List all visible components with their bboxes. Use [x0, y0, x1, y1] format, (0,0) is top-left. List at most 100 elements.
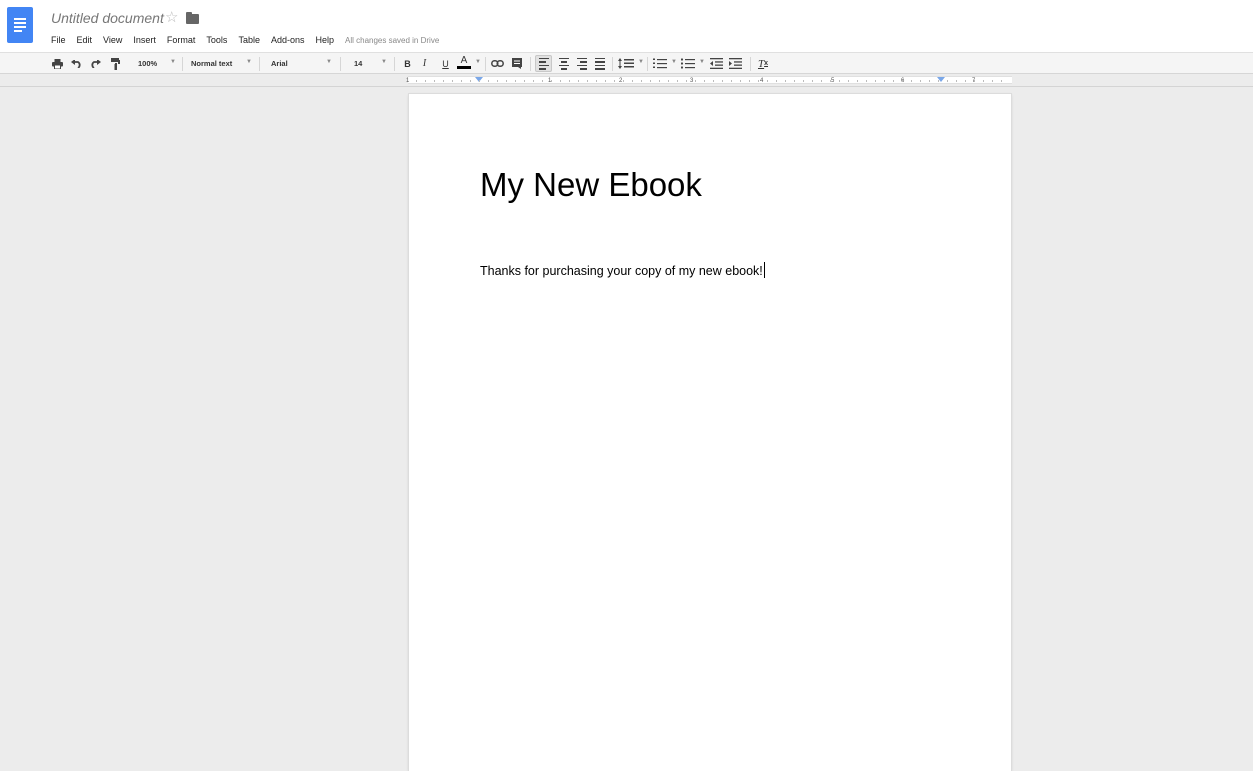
body-text: Thanks for purchasing your copy of my ne… — [480, 264, 763, 278]
ruler-tick — [659, 80, 660, 82]
ruler-tick — [425, 80, 426, 82]
decrease-indent-icon[interactable] — [708, 55, 724, 72]
ruler-tick — [920, 80, 921, 82]
paint-format-icon[interactable] — [108, 55, 123, 72]
font-size-select[interactable]: 14 — [354, 55, 370, 72]
document-body-paragraph[interactable]: Thanks for purchasing your copy of my ne… — [480, 262, 765, 278]
ruler-tick — [533, 80, 534, 82]
ruler-tick — [911, 80, 912, 82]
bold-button[interactable]: B — [401, 55, 414, 72]
toolbar-divider — [647, 57, 648, 71]
justify-icon[interactable] — [592, 55, 608, 72]
ruler-tick — [758, 80, 759, 82]
menu-edit[interactable]: Edit — [75, 35, 93, 45]
undo-icon[interactable] — [69, 55, 84, 72]
ruler-tick — [722, 80, 723, 82]
ruler-tick — [614, 80, 615, 82]
toolbar-divider — [530, 57, 531, 71]
text-color-button[interactable]: A — [457, 55, 471, 69]
document-page[interactable]: My New Ebook Thanks for purchasing your … — [409, 94, 1011, 771]
ruler-tick — [794, 80, 795, 82]
ruler-tick — [605, 80, 606, 82]
font-caret-icon: ▼ — [326, 59, 332, 65]
menu-tools[interactable]: Tools — [204, 35, 227, 45]
save-status[interactable]: All changes saved in Drive — [345, 36, 439, 45]
ruler-tick — [479, 80, 480, 82]
menu-help[interactable]: Help — [313, 35, 334, 45]
ruler-tick — [740, 80, 741, 82]
menu-table[interactable]: Table — [236, 35, 260, 45]
ruler-tick — [848, 80, 849, 82]
menu-file[interactable]: File — [49, 35, 66, 45]
print-icon[interactable] — [50, 55, 65, 72]
ruler-tick — [929, 80, 930, 82]
ruler-tick — [821, 80, 822, 82]
style-caret-icon: ▼ — [246, 59, 252, 65]
menu-view[interactable]: View — [101, 35, 122, 45]
ruler-number: 1 — [406, 78, 410, 84]
line-spacing-icon[interactable] — [617, 55, 635, 72]
docs-app-icon[interactable] — [7, 7, 33, 43]
ruler-tick — [497, 80, 498, 82]
align-right-icon[interactable] — [574, 55, 590, 72]
toolbar-divider — [340, 57, 341, 71]
ruler-tick — [875, 80, 876, 82]
toolbar-divider — [182, 57, 183, 71]
ruler-number: 3 — [690, 78, 694, 84]
zoom-select[interactable]: 100% — [138, 55, 168, 72]
ruler-tick — [461, 80, 462, 82]
bulleted-list-caret-icon: ▼ — [699, 59, 705, 65]
italic-button[interactable]: I — [418, 55, 431, 72]
menu-insert[interactable]: Insert — [131, 35, 156, 45]
link-icon[interactable] — [489, 55, 505, 72]
redo-icon[interactable] — [88, 55, 103, 72]
ruler-tick — [488, 80, 489, 82]
ruler-tick — [767, 80, 768, 82]
ruler-tick — [965, 80, 966, 82]
ruler-tick — [506, 80, 507, 82]
text-color-caret-icon: ▼ — [475, 59, 481, 65]
ruler-tick — [650, 80, 651, 82]
font-select[interactable]: Arial — [271, 55, 311, 72]
ruler-tick — [713, 80, 714, 82]
document-title[interactable]: Untitled document — [51, 10, 164, 26]
comment-icon[interactable] — [510, 55, 524, 72]
menu-bar: File Edit View Insert Format Tools Table… — [49, 33, 439, 47]
increase-indent-icon[interactable] — [727, 55, 743, 72]
style-value: Normal text — [191, 59, 233, 68]
font-size-caret-icon: ▼ — [381, 59, 387, 65]
ruler-strip: 1 1 2 3 4 5 6 7 — [406, 76, 1012, 84]
font-value: Arial — [271, 59, 288, 68]
numbered-list-icon[interactable] — [652, 55, 668, 72]
toolbar-divider — [612, 57, 613, 71]
menu-add-ons[interactable]: Add-ons — [269, 35, 305, 45]
ruler-tick — [524, 80, 525, 82]
ruler-tick — [443, 80, 444, 82]
ruler[interactable]: 1 1 2 3 4 5 6 7 — [0, 75, 1253, 85]
menu-format[interactable]: Format — [165, 35, 196, 45]
ruler-divider — [0, 86, 1253, 87]
ruler-tick — [434, 80, 435, 82]
ruler-tick — [542, 80, 543, 82]
ruler-tick — [776, 80, 777, 82]
underline-button[interactable]: U — [439, 55, 452, 72]
align-left-icon[interactable] — [535, 55, 552, 72]
ruler-tick — [893, 80, 894, 82]
app-header: Untitled document ☆ File Edit View Inser… — [0, 0, 1253, 52]
document-heading[interactable]: My New Ebook — [480, 166, 702, 204]
align-center-icon[interactable] — [556, 55, 572, 72]
numbered-list-caret-icon: ▼ — [671, 59, 677, 65]
bulleted-list-icon[interactable] — [680, 55, 696, 72]
ruler-tick — [956, 80, 957, 82]
ruler-tick — [677, 80, 678, 82]
style-select[interactable]: Normal text — [191, 55, 243, 72]
ruler-tick — [983, 80, 984, 82]
ruler-tick — [731, 80, 732, 82]
ruler-tick — [686, 80, 687, 82]
ruler-tick — [578, 80, 579, 82]
ruler-tick — [587, 80, 588, 82]
star-icon[interactable]: ☆ — [165, 10, 178, 26]
folder-icon[interactable] — [186, 12, 199, 24]
clear-formatting-icon[interactable]: Tx — [755, 55, 771, 72]
ruler-tick — [1001, 80, 1002, 82]
